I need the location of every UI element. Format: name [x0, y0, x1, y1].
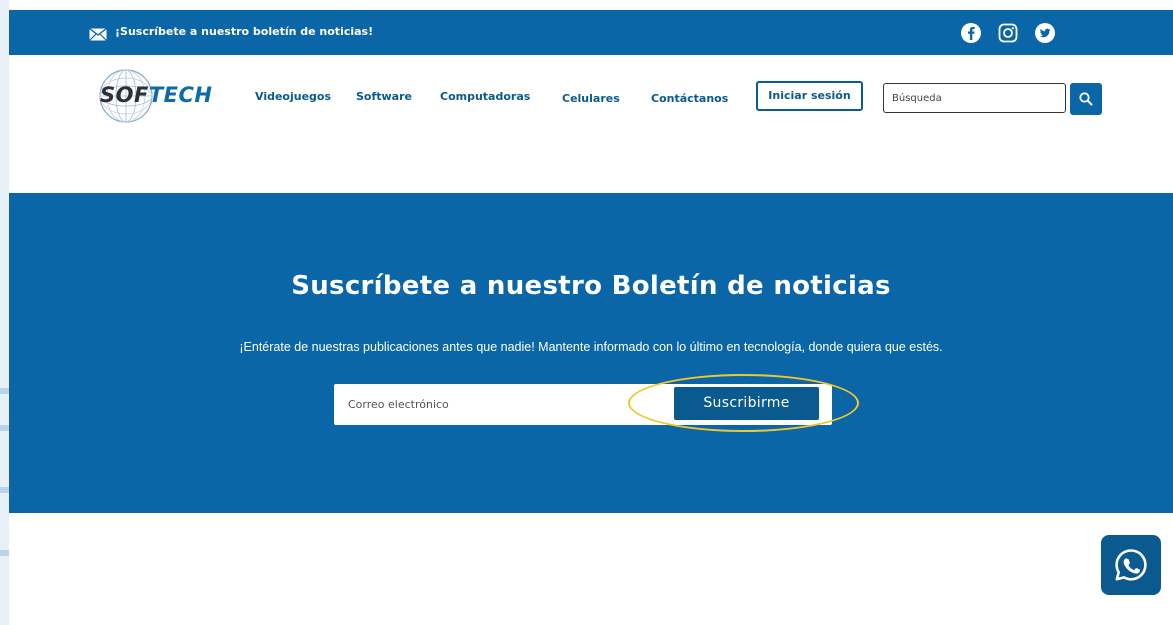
- highlight-annotation: [628, 374, 859, 432]
- email-input[interactable]: [334, 384, 654, 425]
- main-header: SOFTECH Videojuegos Software Computadora…: [9, 55, 1173, 193]
- logo-text: SOFTECH: [100, 83, 213, 107]
- nav-contactanos[interactable]: Contáctanos: [651, 92, 728, 105]
- nav-computadoras[interactable]: Computadoras: [440, 90, 530, 103]
- nav-videojuegos[interactable]: Videojuegos: [255, 90, 331, 103]
- facebook-icon[interactable]: [960, 22, 982, 44]
- left-edge-strip: [0, 0, 9, 625]
- nav-celulares[interactable]: Celulares: [562, 92, 620, 105]
- newsletter-title: Suscríbete a nuestro Boletín de noticias: [291, 271, 891, 301]
- nav-software[interactable]: Software: [356, 90, 412, 103]
- newsletter-promo-link[interactable]: ¡Suscríbete a nuestro boletín de noticia…: [115, 25, 373, 38]
- search-button[interactable]: [1070, 83, 1102, 115]
- softech-logo[interactable]: SOFTECH: [94, 67, 254, 127]
- whatsapp-icon: [1115, 549, 1147, 581]
- instagram-icon[interactable]: [997, 22, 1019, 44]
- newsletter-subtitle: ¡Entérate de nuestras publicaciones ante…: [239, 340, 943, 354]
- mail-icon: [89, 26, 107, 41]
- login-button[interactable]: Iniciar sesión: [756, 81, 863, 111]
- twitter-icon[interactable]: [1034, 22, 1056, 44]
- search-icon: [1079, 92, 1093, 106]
- whatsapp-button[interactable]: [1101, 535, 1161, 595]
- search-input[interactable]: [883, 83, 1066, 113]
- newsletter-section: Suscríbete a nuestro Boletín de noticias…: [9, 193, 1173, 513]
- top-bar: ¡Suscríbete a nuestro boletín de noticia…: [9, 10, 1173, 55]
